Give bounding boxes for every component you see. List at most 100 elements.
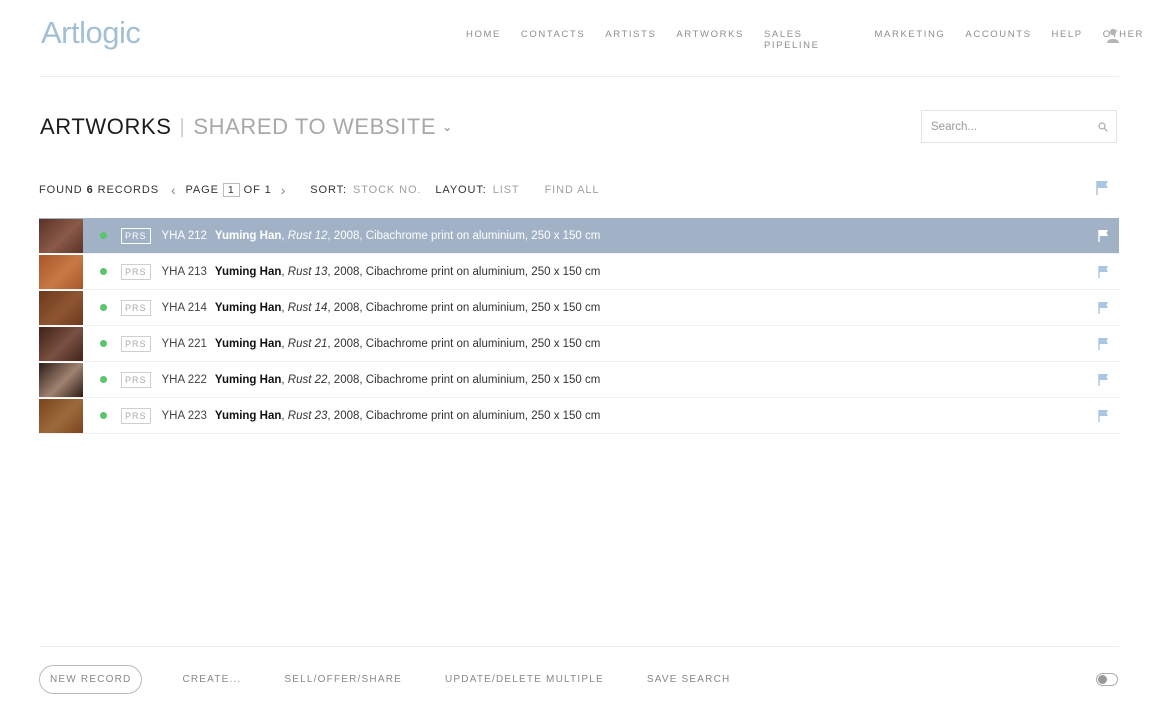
prs-badge: PRS: [121, 371, 151, 388]
results-toolbar: FOUND 6 RECORDS ‹ PAGE 1 OF 1 › SORT: ST…: [39, 182, 599, 198]
find-all-button[interactable]: FIND ALL: [545, 184, 600, 196]
flag-icon[interactable]: [1098, 301, 1109, 314]
layout-selector[interactable]: LIST: [493, 184, 520, 196]
artwork-thumbnail[interactable]: [39, 254, 83, 289]
toggle-switch[interactable]: [1096, 673, 1118, 686]
artwork-thumbnail[interactable]: [39, 362, 83, 397]
flag-icon[interactable]: [1098, 409, 1109, 422]
footer-divider: [39, 646, 1119, 647]
artwork-details: , 2008, Cibachrome print on aluminium, 2…: [327, 337, 601, 350]
artwork-description: Yuming Han, Rust 13, 2008, Cibachrome pr…: [214, 265, 601, 278]
artwork-title: Rust 12: [287, 229, 328, 242]
stock-number: YHA 222: [161, 373, 207, 386]
artist-name: Yuming Han: [214, 265, 282, 278]
artist-name: Yuming Han: [214, 373, 282, 386]
title-separator: |: [179, 115, 186, 138]
header-divider: [39, 76, 1119, 77]
page-of-label: OF 1: [243, 184, 272, 196]
nav-item-marketing[interactable]: MARKETING: [875, 29, 946, 51]
top-nav: HOME CONTACTS ARTISTS ARTWORKS SALES PIP…: [466, 29, 1164, 51]
prs-badge: PRS: [121, 227, 151, 244]
page-title: ARTWORKS | SHARED TO WEBSITE ⌄: [40, 114, 453, 140]
layout-label: LAYOUT:: [435, 184, 487, 196]
prs-badge: PRS: [121, 299, 151, 316]
nav-item-help[interactable]: HELP: [1052, 29, 1083, 51]
flag-icon[interactable]: [1098, 229, 1109, 242]
flag-icon[interactable]: [1098, 265, 1109, 278]
prs-badge: PRS: [121, 335, 151, 352]
save-search-button[interactable]: SAVE SEARCH: [647, 674, 731, 685]
artwork-thumbnail[interactable]: [39, 326, 83, 361]
nav-item-contacts[interactable]: CONTACTS: [521, 29, 585, 51]
artwork-details: , 2008, Cibachrome print on aluminium, 2…: [327, 301, 601, 314]
artwork-details: , 2008, Cibachrome print on aluminium, 2…: [327, 265, 601, 278]
user-icon[interactable]: [1107, 28, 1119, 43]
artwork-thumbnail[interactable]: [39, 398, 83, 433]
artwork-details: , 2008, Cibachrome print on aluminium, 2…: [327, 373, 601, 386]
table-row[interactable]: PRS YHA 221 Yuming Han, Rust 21, 2008, C…: [39, 326, 1119, 362]
search-box: [921, 110, 1117, 143]
search-icon[interactable]: [1098, 122, 1108, 132]
table-row[interactable]: PRS YHA 213 Yuming Han, Rust 13, 2008, C…: [39, 254, 1119, 290]
artwork-title: Rust 22: [287, 373, 328, 386]
status-dot: [100, 268, 107, 275]
saved-search-selector[interactable]: SHARED TO WEBSITE: [193, 114, 436, 140]
found-label: FOUND: [39, 184, 83, 196]
artwork-thumbnail[interactable]: [39, 218, 83, 253]
page-title-main: ARTWORKS: [40, 114, 172, 139]
artwork-description: Yuming Han, Rust 12, 2008, Cibachrome pr…: [214, 229, 601, 242]
chevron-left-icon[interactable]: ‹: [171, 182, 177, 198]
artwork-description: Yuming Han, Rust 23, 2008, Cibachrome pr…: [214, 409, 601, 422]
stock-number: YHA 213: [161, 265, 207, 278]
status-dot: [100, 412, 107, 419]
artwork-list: PRS YHA 212 Yuming Han, Rust 12, 2008, C…: [39, 218, 1119, 434]
table-row[interactable]: PRS YHA 223 Yuming Han, Rust 23, 2008, C…: [39, 398, 1119, 434]
artwork-description: Yuming Han, Rust 22, 2008, Cibachrome pr…: [214, 373, 601, 386]
artist-name: Yuming Han: [214, 337, 282, 350]
artwork-description: Yuming Han, Rust 14, 2008, Cibachrome pr…: [214, 301, 601, 314]
artist-name: Yuming Han: [214, 409, 282, 422]
chevron-right-icon[interactable]: ›: [281, 182, 287, 198]
status-dot: [100, 376, 107, 383]
chevron-down-icon[interactable]: ⌄: [442, 120, 453, 134]
prs-badge: PRS: [121, 407, 151, 424]
page-number-input[interactable]: 1: [222, 183, 240, 197]
status-dot: [100, 304, 107, 311]
nav-item-sales-pipeline[interactable]: SALES PIPELINE: [764, 29, 855, 51]
artwork-title: Rust 21: [287, 337, 328, 350]
artlogic-logo[interactable]: Artlogic: [41, 15, 141, 51]
page-label: PAGE: [185, 184, 219, 196]
stock-number: YHA 223: [161, 409, 207, 422]
create-menu[interactable]: CREATE...: [182, 674, 241, 685]
artwork-details: , 2008, Cibachrome print on aluminium, 2…: [327, 229, 601, 242]
stock-number: YHA 221: [161, 337, 207, 350]
sort-label: SORT:: [310, 184, 347, 196]
table-row[interactable]: PRS YHA 212 Yuming Han, Rust 12, 2008, C…: [39, 218, 1119, 254]
footer-actions: NEW RECORD CREATE... SELL/OFFER/SHARE UP…: [39, 665, 773, 694]
artist-name: Yuming Han: [214, 229, 282, 242]
sell-offer-share-menu[interactable]: SELL/OFFER/SHARE: [284, 674, 402, 685]
flag-icon[interactable]: [1096, 180, 1109, 195]
new-record-button[interactable]: NEW RECORD: [39, 665, 143, 694]
nav-item-home[interactable]: HOME: [466, 29, 501, 51]
nav-item-artists[interactable]: ARTISTS: [605, 29, 656, 51]
nav-item-accounts[interactable]: ACCOUNTS: [965, 29, 1031, 51]
prs-badge: PRS: [121, 263, 151, 280]
nav-item-artworks[interactable]: ARTWORKS: [676, 29, 744, 51]
flag-icon[interactable]: [1098, 337, 1109, 350]
sort-selector[interactable]: STOCK NO.: [353, 184, 421, 196]
flag-icon[interactable]: [1098, 373, 1109, 386]
table-row[interactable]: PRS YHA 222 Yuming Han, Rust 22, 2008, C…: [39, 362, 1119, 398]
status-dot: [100, 340, 107, 347]
artist-name: Yuming Han: [214, 301, 282, 314]
stock-number: YHA 214: [161, 301, 207, 314]
status-dot: [100, 232, 107, 239]
records-label: RECORDS: [97, 184, 159, 196]
table-row[interactable]: PRS YHA 214 Yuming Han, Rust 14, 2008, C…: [39, 290, 1119, 326]
artwork-title: Rust 14: [287, 301, 328, 314]
artwork-thumbnail[interactable]: [39, 290, 83, 325]
update-delete-multiple-button[interactable]: UPDATE/DELETE MULTIPLE: [445, 674, 604, 685]
record-count: 6: [86, 184, 94, 196]
search-input[interactable]: [922, 111, 1091, 142]
artwork-title: Rust 23: [287, 409, 328, 422]
